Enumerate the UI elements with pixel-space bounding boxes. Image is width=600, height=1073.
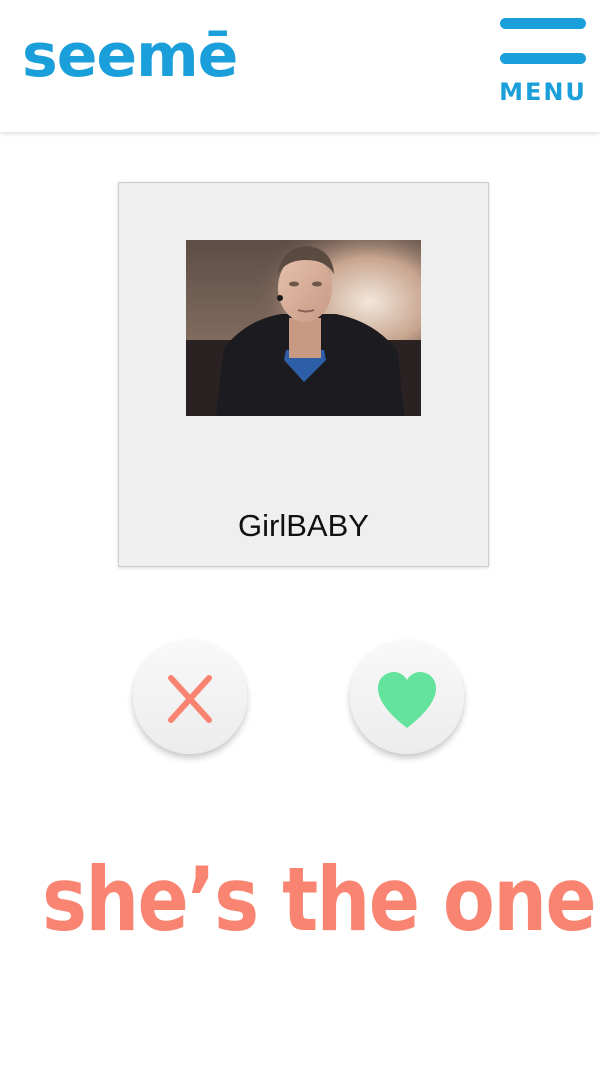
app-header: seemē MENU	[0, 0, 600, 132]
heart-icon	[378, 672, 436, 728]
profile-photo	[186, 240, 421, 416]
menu-button[interactable]: MENU	[498, 18, 588, 108]
seeme-logo[interactable]: seemē	[22, 26, 238, 86]
match-tagline: she’s the one!	[42, 848, 600, 951]
profile-card[interactable]: GirlBABY	[118, 182, 489, 567]
menu-bar-top	[500, 18, 586, 29]
x-icon	[168, 675, 212, 723]
like-button[interactable]	[350, 640, 464, 754]
profile-name: GirlBABY	[238, 508, 369, 543]
menu-label: MENU	[499, 78, 587, 106]
webcam-photo	[186, 240, 421, 416]
reject-button[interactable]	[133, 640, 247, 754]
menu-bar-bottom	[500, 53, 586, 64]
